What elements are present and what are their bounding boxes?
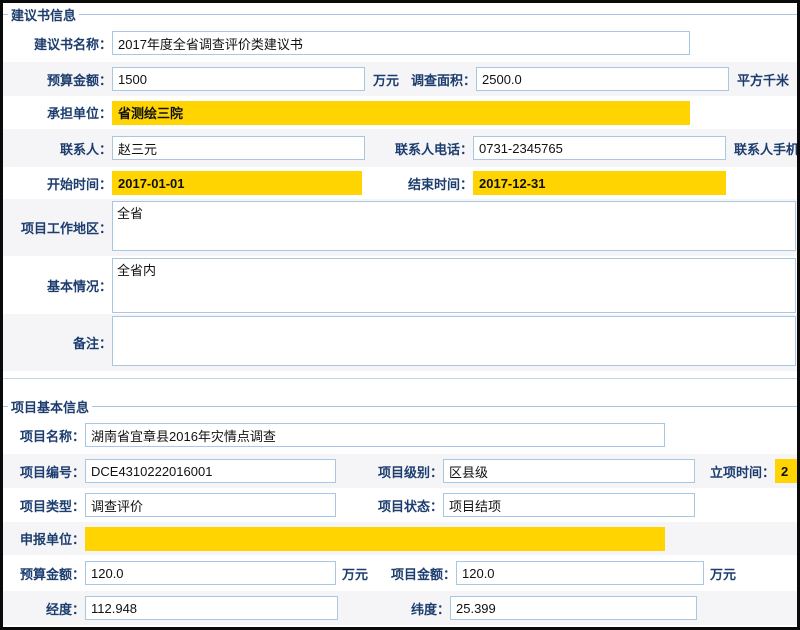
time-row: 开始时间： 结束时间：	[3, 167, 797, 199]
basic-info-label: 基本情况：	[3, 276, 112, 295]
project-type-row: 项目类型： 项目状态：	[3, 488, 797, 522]
end-time-label: 结束时间：	[362, 174, 473, 193]
project-level-input[interactable]	[443, 459, 695, 483]
end-time-input[interactable]	[473, 171, 726, 195]
project-amount-input[interactable]	[456, 561, 704, 585]
declare-unit-label: 申报单位：	[3, 529, 85, 548]
project-budget-input[interactable]	[85, 561, 336, 585]
proposal-budget-label: 预算金额：	[3, 70, 112, 89]
project-section-title: 项目基本信息	[3, 397, 797, 416]
start-time-input[interactable]	[112, 171, 362, 195]
project-section-title-text: 项目基本信息	[11, 397, 89, 416]
survey-area-label: 调查面积：	[401, 70, 476, 89]
survey-area-unit: 平方千米	[737, 70, 789, 89]
basic-info-row: 基本情况： 全省内	[3, 256, 797, 314]
project-amount-unit: 万元	[710, 564, 736, 583]
section-divider	[3, 378, 797, 379]
latitude-input[interactable]	[450, 596, 697, 620]
project-name-label: 项目名称：	[3, 426, 85, 445]
longitude-input[interactable]	[85, 596, 338, 620]
contact-row: 联系人： 联系人电话： 联系人手机	[3, 129, 797, 167]
contact-mobile-label: 联系人手机	[734, 139, 797, 158]
remark-label: 备注：	[3, 333, 112, 352]
project-budget-label: 预算金额：	[3, 564, 85, 583]
proposal-name-input[interactable]	[112, 31, 690, 55]
proposal-budget-input[interactable]	[112, 67, 365, 91]
project-type-label: 项目类型：	[3, 496, 85, 515]
remark-textarea[interactable]	[112, 316, 796, 366]
form-page: 建议书信息 建议书名称： 预算金额： 万元 调查面积： 平方千米 承担单位： 联…	[3, 3, 797, 627]
contact-label: 联系人：	[3, 139, 112, 158]
approval-time-input[interactable]	[775, 459, 797, 483]
coordinate-row: 经度： 纬度：	[3, 591, 797, 625]
project-budget-unit: 万元	[336, 564, 370, 583]
contact-input[interactable]	[112, 136, 365, 160]
window-frame: 建议书信息 建议书名称： 预算金额： 万元 调查面积： 平方千米 承担单位： 联…	[0, 0, 800, 630]
project-code-row: 项目编号： 项目级别： 立项时间：	[3, 454, 797, 488]
project-budget-row: 预算金额： 万元 项目金额： 万元	[3, 555, 797, 591]
declare-unit-row: 申报单位：	[3, 522, 797, 555]
longitude-label: 经度：	[3, 599, 85, 618]
project-code-input[interactable]	[85, 459, 336, 483]
undertaker-label: 承担单位：	[3, 103, 112, 122]
proposal-name-row: 建议书名称：	[3, 24, 797, 62]
project-amount-label: 项目金额：	[370, 564, 456, 583]
project-status-input[interactable]	[443, 493, 695, 517]
approval-time-label: 立项时间：	[695, 462, 775, 481]
contact-phone-label: 联系人电话：	[365, 139, 473, 158]
project-status-label: 项目状态：	[336, 496, 443, 515]
work-area-label: 项目工作地区：	[3, 218, 112, 237]
project-name-row: 项目名称：	[3, 416, 797, 454]
work-area-textarea[interactable]: 全省	[112, 201, 796, 251]
work-area-row: 项目工作地区： 全省	[3, 199, 797, 256]
project-type-input[interactable]	[85, 493, 336, 517]
proposal-section-title: 建议书信息	[3, 5, 797, 24]
declare-unit-input[interactable]	[85, 527, 665, 551]
undertaker-row: 承担单位：	[3, 96, 797, 129]
project-name-input[interactable]	[85, 423, 665, 447]
undertaker-input[interactable]	[112, 101, 690, 125]
start-time-label: 开始时间：	[3, 174, 112, 193]
survey-area-input[interactable]	[476, 67, 729, 91]
latitude-label: 纬度：	[338, 599, 450, 618]
project-code-label: 项目编号：	[3, 462, 85, 481]
project-level-label: 项目级别：	[336, 462, 443, 481]
remark-row: 备注：	[3, 314, 797, 371]
proposal-budget-unit: 万元	[365, 70, 401, 89]
contact-phone-input[interactable]	[473, 136, 726, 160]
proposal-section-title-text: 建议书信息	[11, 5, 76, 24]
proposal-name-label: 建议书名称：	[3, 34, 112, 53]
proposal-budget-row: 预算金额： 万元 调查面积： 平方千米	[3, 62, 797, 96]
basic-info-textarea[interactable]: 全省内	[112, 258, 796, 313]
